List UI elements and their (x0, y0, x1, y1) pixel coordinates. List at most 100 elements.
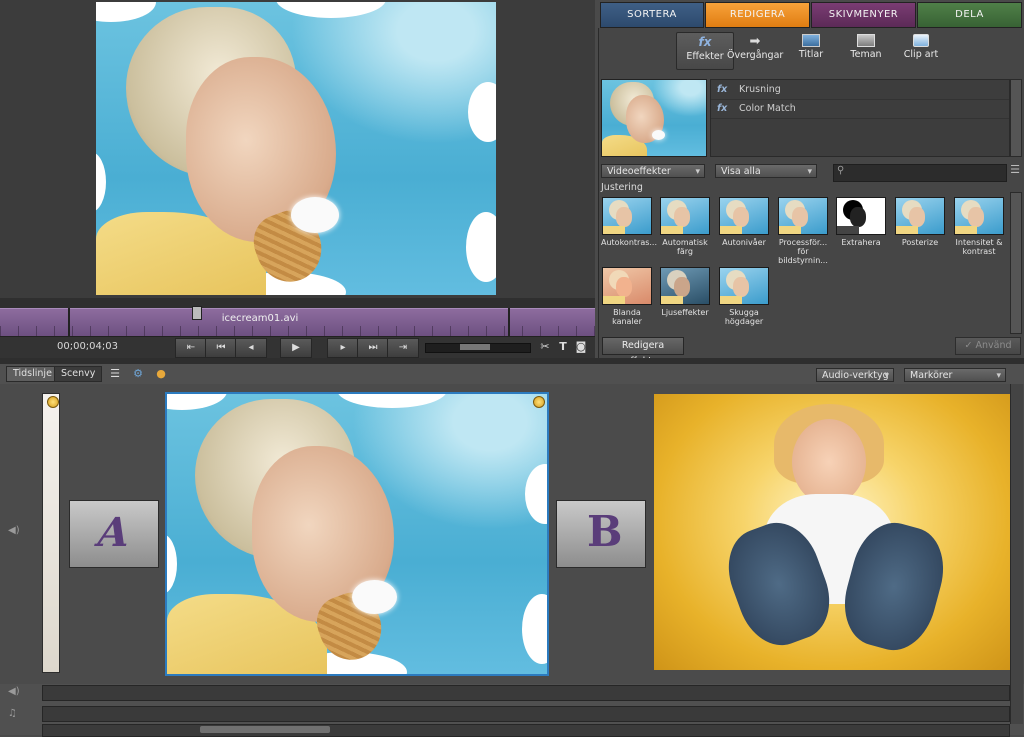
subtool-clipart[interactable]: Clip art (893, 32, 949, 68)
scene-clip-selected[interactable] (165, 392, 549, 676)
effect-label: Autonivåer (722, 238, 766, 247)
set-in-button[interactable]: ⇤ (175, 338, 207, 358)
fx-applied-icon (47, 396, 59, 408)
scene-clip[interactable] (654, 394, 1010, 670)
effect-thumbnail[interactable]: Extrahera (835, 197, 887, 247)
step-forward-button[interactable]: ▸ (327, 338, 359, 358)
applied-effects-list: fx Krusning fx Color Match (710, 79, 1010, 157)
go-end-button[interactable]: ⏭ (357, 338, 389, 358)
list-icon[interactable]: ☰ (108, 368, 122, 380)
transition-a-icon: A (91, 509, 136, 556)
transition-thumbnail[interactable]: A (69, 500, 159, 568)
time-ruler (0, 326, 595, 336)
effect-thumbnail[interactable]: Posterize (894, 197, 946, 247)
effect-label: Posterize (901, 238, 939, 247)
step-back-button[interactable]: ◂ (235, 338, 267, 358)
edit-effects-button[interactable]: Redigera effekter (602, 337, 684, 367)
category-dropdown[interactable]: Videoeffekter (601, 164, 705, 179)
marker-icon[interactable]: ● (154, 368, 168, 380)
vertical-scrollbar[interactable] (1010, 384, 1023, 724)
effect-thumbnail[interactable]: Skugga högdager (718, 267, 770, 326)
applied-effect-row[interactable]: fx Krusning (711, 80, 1009, 100)
set-out-button[interactable]: ⇥ (387, 338, 419, 358)
camera-icon[interactable]: ◙ (574, 340, 588, 354)
audio-track-1[interactable] (42, 685, 1010, 701)
markers-dropdown[interactable]: Markörer (904, 368, 1006, 383)
effects-gallery: Autokontras... Automatisk färg Autonivåer P… (598, 192, 1008, 332)
effect-thumbnail[interactable]: Autonivåer (718, 197, 770, 247)
tab-tidslinje[interactable]: Tidslinje (6, 366, 59, 382)
effect-preview-image (660, 197, 710, 235)
preview-monitor (0, 0, 595, 298)
applied-effect-row[interactable]: fx Color Match (711, 99, 1009, 119)
search-input[interactable] (833, 164, 1007, 182)
scene-clip[interactable] (42, 393, 60, 673)
music-note-icon: ♫ (8, 708, 17, 719)
subtool-titlar[interactable]: Titlar (783, 32, 839, 68)
scrollbar-thumb[interactable] (200, 726, 330, 733)
monitor-scrub-bar[interactable] (0, 298, 595, 308)
effect-preview-image (719, 267, 769, 305)
tab-dela[interactable]: DELA (917, 2, 1022, 28)
effect-preview-image (778, 197, 828, 235)
scissors-icon[interactable]: ✂ (538, 340, 552, 354)
fx-icon: fx (698, 35, 712, 49)
subtool-overgangar[interactable]: ➡ Övergångar (727, 32, 783, 68)
fx-applied-icon (533, 396, 545, 408)
show-dropdown[interactable]: Visa alla (715, 164, 817, 179)
list-view-icon[interactable]: ☰ (1008, 163, 1022, 177)
jog-thumb[interactable] (460, 344, 490, 350)
effect-thumbnail[interactable]: Automatisk färg (659, 197, 711, 256)
apply-button[interactable]: ✓ Använd (955, 337, 1021, 355)
fx-icon: fx (717, 103, 728, 114)
checkmark-icon: ✓ (964, 340, 976, 351)
effect-label: Skugga högdager (724, 308, 764, 326)
text-tool-icon[interactable]: T (556, 340, 570, 354)
themes-icon (857, 34, 875, 47)
title-icon (802, 34, 820, 47)
out-point-handle[interactable] (508, 308, 510, 336)
subtool-teman[interactable]: Teman (838, 32, 894, 68)
effect-preview-image (602, 197, 652, 235)
speaker-icon: ◀) (8, 686, 20, 697)
effect-preview-image (719, 197, 769, 235)
effect-label: Ljuseffekter (661, 308, 709, 317)
effect-thumbnail[interactable]: Autokontras... (601, 197, 658, 247)
horizontal-scrollbar[interactable] (42, 724, 1010, 737)
applied-list-scrollbar[interactable] (1010, 79, 1022, 157)
timecode[interactable]: 00;00;04;03 (40, 341, 135, 352)
clip-name: icecream01.avi (221, 313, 299, 324)
go-start-button[interactable]: ⏮ (205, 338, 237, 358)
effect-thumbnail[interactable]: Intensitet & kontrast (953, 197, 1005, 256)
monitor-frame-image (96, 2, 496, 295)
effect-label: Processför... för bildstyrnin... (778, 238, 828, 265)
effect-preview-image (602, 267, 652, 305)
tab-sortera[interactable]: SORTERA (600, 2, 704, 28)
in-point-handle[interactable] (68, 308, 70, 336)
clipart-icon (913, 34, 929, 47)
tab-redigera[interactable]: REDIGERA (705, 2, 810, 28)
audio-tools-dropdown[interactable]: Audio-verktyg (816, 368, 894, 383)
effect-preview-image (660, 267, 710, 305)
effect-thumbnail[interactable]: Processför... för bildstyrnin... (777, 197, 829, 265)
audio-track-2[interactable] (42, 706, 1010, 722)
play-button[interactable]: ▶ (280, 338, 312, 358)
effect-label: Autokontras... (601, 238, 658, 247)
subtool-effekter[interactable]: fx Effekter (676, 32, 734, 70)
gallery-scrollbar[interactable] (1010, 192, 1022, 334)
effect-preview-image (895, 197, 945, 235)
tab-skivmenyer[interactable]: SKIVMENYER (811, 2, 916, 28)
effect-thumbnail[interactable]: Blanda kanaler (601, 267, 653, 326)
transition-b-icon: B (587, 507, 623, 556)
effect-preview-image (836, 197, 886, 235)
transition-arrow-icon: ➡ (749, 34, 761, 49)
effect-label: Extrahera (841, 238, 881, 247)
transition-thumbnail[interactable]: B (556, 500, 646, 568)
tab-scenvy[interactable]: Scenvy (54, 366, 103, 382)
effect-preview-image (954, 197, 1004, 235)
fx-icon: fx (717, 84, 728, 95)
effect-label: Blanda kanaler (612, 308, 642, 326)
search-icon: ⚲ (837, 165, 845, 176)
effect-thumbnail[interactable]: Ljuseffekter (659, 267, 711, 317)
properties-icon[interactable]: ⚙ (131, 368, 145, 380)
